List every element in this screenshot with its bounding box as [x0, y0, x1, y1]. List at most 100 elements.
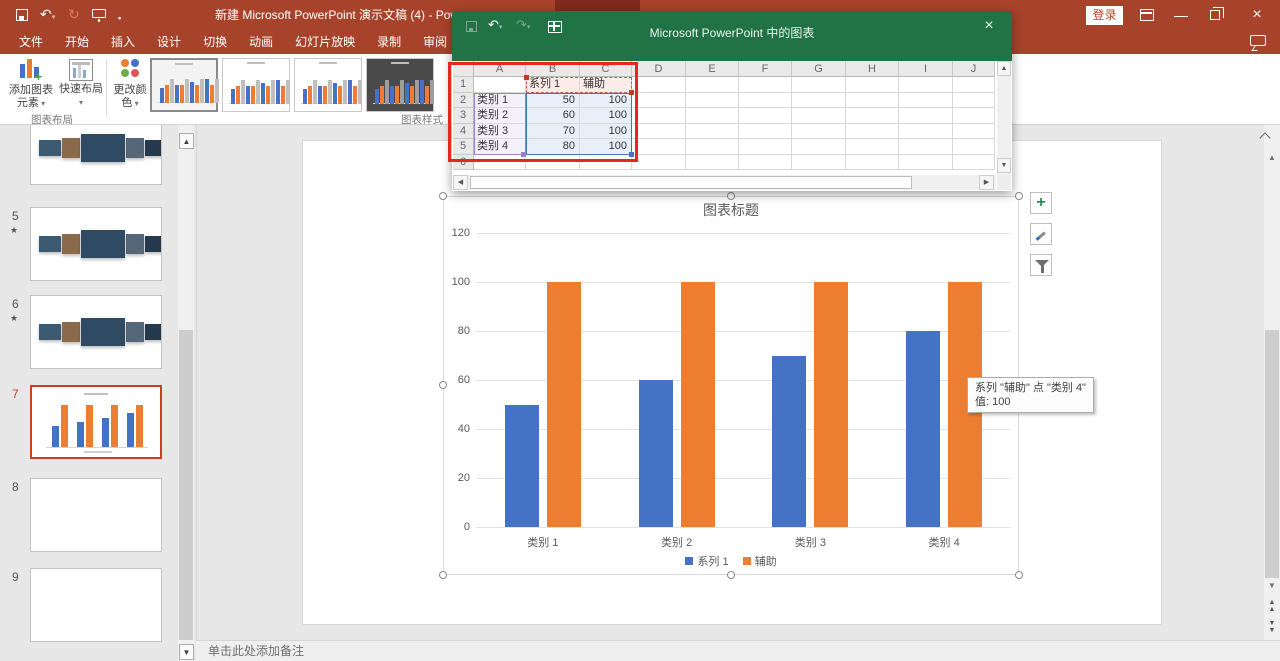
slide-thumbnail-6[interactable] [30, 295, 162, 369]
tab-3[interactable]: 插入 [100, 30, 146, 54]
cell-C2[interactable]: 100 [580, 93, 632, 109]
cell-F6[interactable] [739, 155, 792, 171]
slideshow-icon[interactable] [92, 9, 106, 18]
bar-系列 1-类别 3[interactable] [772, 356, 806, 528]
column-header-B[interactable]: B [526, 61, 580, 77]
sheet-hscrollbar-thumb[interactable] [470, 176, 912, 189]
cell-C4[interactable]: 100 [580, 124, 632, 140]
sheet-scroll-down-icon[interactable]: ▼ [997, 158, 1011, 173]
legend-item-系列 1[interactable]: 系列 1 [685, 553, 728, 569]
bar-辅助-类别 2[interactable] [681, 282, 715, 527]
cell-H5[interactable] [846, 139, 899, 155]
slide-panel-scroll-down-icon[interactable]: ▼ [179, 644, 194, 660]
tab-4[interactable]: 设计 [146, 30, 192, 54]
cell-J2[interactable] [953, 93, 995, 109]
chart-data-titlebar[interactable]: ↶▾ ↷▾ Microsoft PowerPoint 中的图表 × [452, 11, 1012, 61]
slide-thumbnail-7[interactable] [30, 385, 162, 459]
row-header-6[interactable]: 6 [453, 155, 474, 171]
cell-A2[interactable]: 类别 1 [474, 93, 526, 109]
sheet-scroll-up-icon[interactable]: ▲ [997, 61, 1011, 76]
cell-B3[interactable]: 60 [526, 108, 580, 124]
cell-H1[interactable] [846, 77, 899, 93]
cell-H4[interactable] [846, 124, 899, 140]
cell-I4[interactable] [899, 124, 953, 140]
chart-style-option-3[interactable] [294, 58, 362, 112]
excel-close-icon[interactable]: × [974, 11, 1004, 41]
row-header-2[interactable]: 2 [453, 93, 474, 109]
cell-D1[interactable] [632, 77, 686, 93]
sheet-scroll-right-icon[interactable]: ▶ [979, 175, 994, 190]
bar-系列 1-类别 2[interactable] [639, 380, 673, 527]
row-header-4[interactable]: 4 [453, 124, 474, 140]
cell-E5[interactable] [686, 139, 739, 155]
scroll-down-icon[interactable]: ▼ [1264, 578, 1280, 594]
slide-panel-scroll-up-icon[interactable]: ▲ [179, 133, 194, 149]
minimize-icon[interactable]: — [1164, 0, 1198, 30]
row-header-1[interactable]: 1 [453, 77, 474, 93]
slide-thumbnail-partial[interactable] [30, 125, 162, 185]
column-header-H[interactable]: H [846, 61, 899, 77]
undo-icon[interactable]: ↶▾ [40, 6, 55, 26]
save-icon[interactable] [16, 9, 28, 21]
next-slide-icon[interactable]: ▼▼ [1264, 618, 1280, 636]
column-header-J[interactable]: J [953, 61, 995, 77]
cell-E2[interactable] [686, 93, 739, 109]
cell-G4[interactable] [792, 124, 846, 140]
cell-G6[interactable] [792, 155, 846, 171]
cell-A5[interactable]: 类别 4 [474, 139, 526, 155]
cell-J4[interactable] [953, 124, 995, 140]
redo-icon[interactable]: ↻ [68, 6, 80, 22]
select-all-corner[interactable] [453, 61, 474, 77]
column-header-E[interactable]: E [686, 61, 739, 77]
cell-B2[interactable]: 50 [526, 93, 580, 109]
comments-icon[interactable] [1250, 35, 1266, 46]
cell-J1[interactable] [953, 77, 995, 93]
login-button[interactable]: 登录 [1086, 6, 1123, 25]
cell-E3[interactable] [686, 108, 739, 124]
tab-5[interactable]: 切换 [192, 30, 238, 54]
cell-C5[interactable]: 100 [580, 139, 632, 155]
main-scrollbar-thumb[interactable] [1265, 330, 1279, 578]
cell-B1[interactable]: 系列 1 [526, 77, 580, 93]
cell-D5[interactable] [632, 139, 686, 155]
slide-thumbnail-9[interactable] [30, 568, 162, 642]
tab-8[interactable]: 录制 [366, 30, 412, 54]
cell-I1[interactable] [899, 77, 953, 93]
cell-I6[interactable] [899, 155, 953, 171]
selection-handle[interactable] [439, 381, 447, 389]
cell-C6[interactable] [580, 155, 632, 171]
cell-G3[interactable] [792, 108, 846, 124]
chart-style-option-2[interactable] [222, 58, 290, 112]
tab-6[interactable]: 动画 [238, 30, 284, 54]
legend-item-辅助[interactable]: 辅助 [743, 553, 777, 569]
column-header-G[interactable]: G [792, 61, 846, 77]
cell-C3[interactable]: 100 [580, 108, 632, 124]
quick-layout-button[interactable]: 快速布局▾ [58, 58, 104, 109]
selection-handle[interactable] [1015, 571, 1023, 579]
cell-D4[interactable] [632, 124, 686, 140]
chart-style-option-1[interactable] [150, 58, 218, 112]
chart-legend[interactable]: 系列 1 辅助 [443, 553, 1019, 569]
slide-thumbnail-5[interactable] [30, 207, 162, 281]
cell-F1[interactable] [739, 77, 792, 93]
cell-H6[interactable] [846, 155, 899, 171]
bar-系列 1-类别 4[interactable] [906, 331, 940, 527]
sheet-vertical-scrollbar[interactable]: ▲ ▼ [997, 61, 1011, 175]
cell-A3[interactable]: 类别 2 [474, 108, 526, 124]
slide-panel-scrollbar-thumb[interactable] [179, 330, 193, 640]
cell-A6[interactable] [474, 155, 526, 171]
selection-handle[interactable] [1015, 192, 1023, 200]
bar-系列 1-类别 1[interactable] [505, 405, 539, 528]
scroll-up-icon[interactable]: ▲ [1264, 150, 1280, 166]
cell-D2[interactable] [632, 93, 686, 109]
bar-辅助-类别 3[interactable] [814, 282, 848, 527]
cell-H3[interactable] [846, 108, 899, 124]
column-header-F[interactable]: F [739, 61, 792, 77]
selection-handle[interactable] [727, 192, 735, 200]
cell-A1[interactable] [474, 77, 526, 93]
sheet-scroll-left-icon[interactable]: ◀ [453, 175, 468, 190]
cell-E6[interactable] [686, 155, 739, 171]
cell-D6[interactable] [632, 155, 686, 171]
cell-G1[interactable] [792, 77, 846, 93]
cell-F2[interactable] [739, 93, 792, 109]
